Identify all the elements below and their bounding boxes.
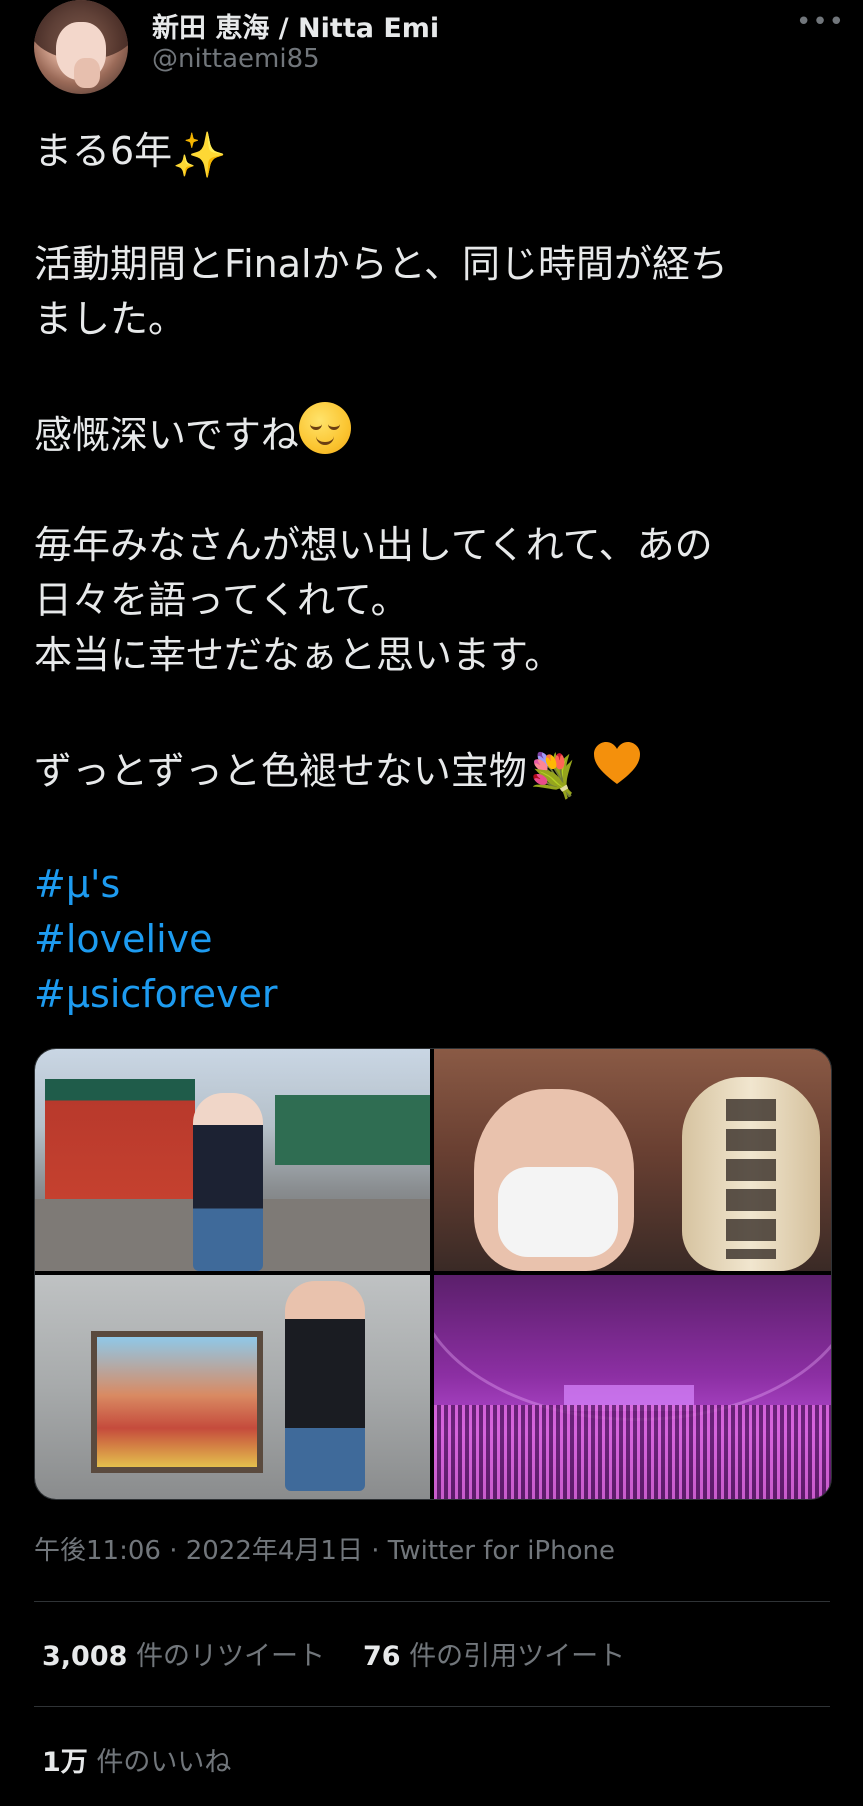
author-handle[interactable]: @nittaemi85 bbox=[152, 44, 320, 74]
lantern-lettering bbox=[726, 1099, 776, 1259]
quotes-label: 件の引用ツイート bbox=[400, 1641, 626, 1672]
tweet-line-5: 毎年みなさんが想い出してくれて、あの bbox=[34, 523, 713, 567]
divider bbox=[34, 1706, 830, 1707]
more-options-icon[interactable]: ••• bbox=[796, 9, 844, 35]
orange-heart-icon bbox=[591, 738, 643, 790]
author-display-name[interactable]: 新田 恵海 / Nitta Emi bbox=[152, 6, 439, 45]
likes-count: 1万 bbox=[42, 1747, 88, 1778]
relieved-face-icon bbox=[298, 402, 351, 454]
tweet-header: 新田 恵海 / Nitta Emi @nittaemi85 ••• bbox=[0, 0, 863, 110]
hashtag-link[interactable]: #lovelive bbox=[34, 912, 834, 967]
tweet-line-4: 感慨深いですね bbox=[34, 402, 834, 463]
retweets-count: 3,008 bbox=[42, 1641, 128, 1672]
sparkles-icon: ✨ bbox=[172, 130, 227, 181]
tweet-line-2: 活動期間とFinalからと、同じ時間が経ち bbox=[34, 242, 729, 286]
tweet-text: まる6年✨ 活動期間とFinalからと、同じ時間が経ち ました。 感慨深いですね… bbox=[34, 124, 834, 1022]
tweet-line-7: 本当に幸せだなぁと思います。 bbox=[34, 633, 563, 677]
tweet-timestamp[interactable]: 午後11:06 · 2022年4月1日 · Twitter for iPhone bbox=[34, 1530, 615, 1567]
tweet-line-6: 日々を語ってくれて。 bbox=[34, 578, 409, 622]
divider bbox=[34, 1601, 830, 1602]
hashtag-link[interactable]: #μ's bbox=[34, 857, 834, 912]
penlight-crowd bbox=[434, 1405, 831, 1499]
media-grid bbox=[34, 1048, 832, 1500]
photo-dome-concert[interactable] bbox=[434, 1275, 831, 1499]
engagement-stats: 3,008 件のリツイート 76 件の引用ツイート bbox=[42, 1634, 625, 1673]
photo-selfie-lantern[interactable] bbox=[434, 1049, 831, 1271]
retweets-label: 件のリツイート bbox=[127, 1641, 325, 1672]
likes-label: 件のいいね bbox=[87, 1747, 232, 1778]
shrine-roof bbox=[275, 1095, 430, 1165]
avatar-hand bbox=[74, 58, 100, 88]
person-figure bbox=[285, 1281, 365, 1491]
framed-painting bbox=[91, 1331, 263, 1473]
quotes-count: 76 bbox=[363, 1641, 401, 1672]
retweets-stat[interactable]: 3,008 件のリツイート bbox=[42, 1641, 325, 1672]
face-mask bbox=[498, 1167, 618, 1257]
likes-stat[interactable]: 1万 件のいいね bbox=[42, 1740, 231, 1779]
tweet-line-8: ずっとずっと色褪せない宝物💐 bbox=[34, 738, 834, 802]
quotes-stat[interactable]: 76 件の引用ツイート bbox=[363, 1641, 625, 1672]
photo-shrine-gate[interactable] bbox=[35, 1049, 430, 1271]
hashtag-link[interactable]: #μsicforever bbox=[34, 967, 834, 1022]
photo-painting[interactable] bbox=[35, 1275, 430, 1499]
author-avatar[interactable] bbox=[34, 0, 128, 94]
shrine-building bbox=[45, 1079, 195, 1199]
bouquet-icon: 💐 bbox=[526, 751, 580, 800]
person-figure bbox=[193, 1093, 263, 1271]
tweet-line-3: ました。 bbox=[34, 297, 187, 341]
tweet-line-1: まる6年✨ bbox=[34, 129, 227, 181]
